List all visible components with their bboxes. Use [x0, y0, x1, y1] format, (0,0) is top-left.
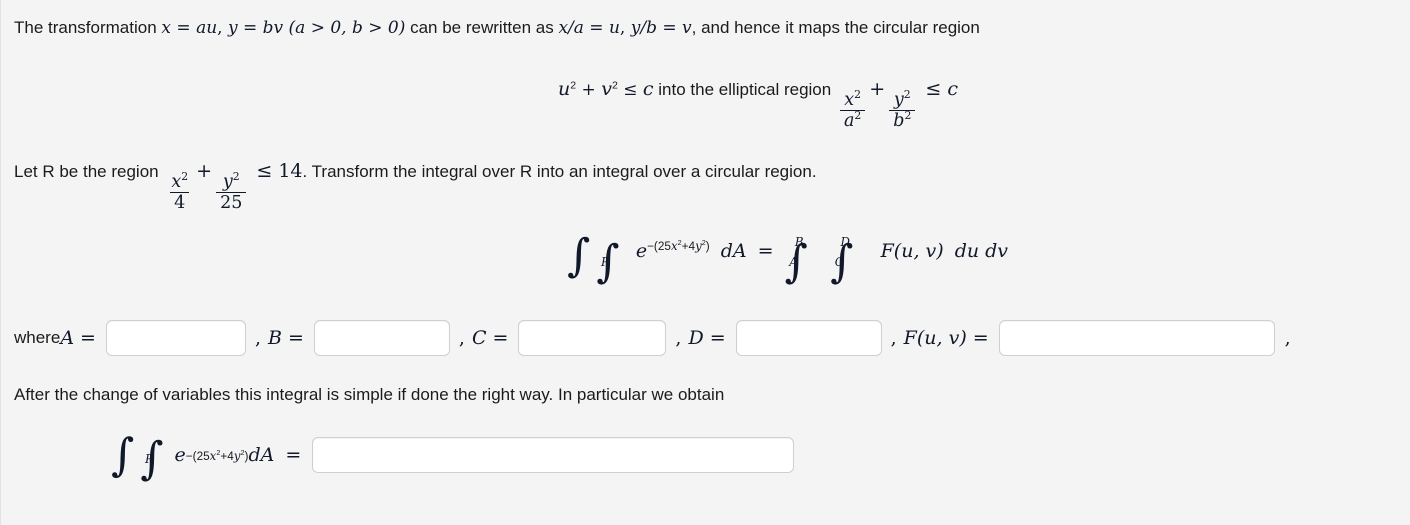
intro-text-2: can be rewritten as [405, 18, 559, 37]
intro-paragraph: The transformation x = au, y = bv (a > 0… [14, 18, 980, 38]
equation-equals: = [757, 240, 774, 262]
fraction-numerator: x2 [171, 170, 189, 192]
equals-D: = [709, 327, 726, 349]
maps-u: u [558, 78, 571, 100]
fraction-numerator: y2 [222, 170, 240, 192]
integral-sign-outer-right: ∫ A B [784, 235, 808, 288]
fraction-denominator: 4 [170, 192, 190, 213]
intro-comma-1: , [217, 18, 228, 38]
maps-leq: ≤ [617, 80, 643, 100]
intro-math-v: v [682, 18, 692, 38]
intro-math-y-over-b: y/b [630, 18, 657, 38]
integral-lower-limit-A: A [789, 255, 798, 270]
maps-c-left: c [642, 78, 654, 100]
region-statement: Let R be the region x2 4 + y2 25 ≤14. Tr… [14, 160, 817, 213]
integral-lower-limit-C: C [834, 255, 844, 270]
comma-after-D: , [890, 327, 897, 349]
intro-math-y: y [227, 18, 238, 38]
trailing-comma: , [1284, 327, 1291, 349]
maps-leq-2: ≤ [925, 78, 942, 100]
equals-A: = [80, 327, 96, 349]
final-integral-sign-inner: ∫ R [140, 432, 164, 485]
final-exponential-exponent: −(25x2+4y2) [185, 448, 249, 463]
integral-sign-outer-left: ∫ [567, 229, 591, 282]
region-suffix: . Transform the integral over R into an … [302, 162, 817, 181]
integral-upper-limit-B: B [794, 235, 804, 250]
final-integral-subscript-R: R [144, 452, 154, 467]
label-A: A [60, 327, 75, 349]
final-equals: = [285, 444, 302, 466]
region-plus: + [196, 160, 213, 182]
fraction-y2-over-25: y2 25 [216, 170, 247, 213]
main-equation: ∫ ∫ R e−(25x2+4y2) dA = ∫ A B ∫ C D F(u, v) du dv [567, 233, 1009, 288]
label-B: B [268, 327, 282, 349]
input-D[interactable] [735, 320, 882, 356]
intro-text-3: , and hence it maps the circular region [691, 18, 980, 37]
exponential-e: e [635, 240, 648, 262]
input-A[interactable] [105, 320, 246, 356]
comma-after-A: , [254, 327, 262, 349]
equals-C: = [492, 327, 509, 349]
after-paragraph: After the change of variables this integ… [14, 385, 725, 404]
maps-v: v [601, 78, 612, 100]
mapping-statement: u2 + v2 ≤ c into the elliptical region x… [558, 78, 958, 131]
fraction-numerator: y2 [893, 88, 911, 110]
differential-dA: dA [720, 240, 747, 262]
fraction-denominator: b2 [889, 110, 916, 130]
intro-comma-2: , [619, 18, 631, 38]
maps-plus: + [576, 80, 602, 100]
intro-equals-4: = [656, 18, 683, 38]
where-lead-text: where [14, 328, 61, 347]
label-D: D [688, 327, 704, 349]
integral-upper-limit-D: D [840, 235, 850, 250]
integrand-F: F(u, v) [880, 240, 944, 262]
fraction-denominator: a2 [839, 110, 866, 130]
integral-sign-inner-left: ∫ R [596, 235, 620, 288]
integral-subscript-R: R [600, 255, 610, 270]
maps-c-right: c [947, 78, 958, 100]
region-leq: ≤ [256, 160, 273, 182]
final-equation-row: ∫ ∫ R e −(25x2+4y2) dA = [111, 432, 795, 485]
input-C[interactable] [518, 320, 667, 356]
intro-equals-2: = [237, 18, 263, 38]
final-exponential-e: e [174, 444, 186, 466]
intro-math-bv: bv [262, 18, 284, 38]
region-value: 14 [278, 160, 303, 182]
input-F[interactable] [998, 320, 1275, 356]
fraction-denominator: 25 [216, 192, 247, 213]
intro-condition: (a > 0, b > 0) [283, 18, 406, 38]
intro-math-au: au [196, 18, 218, 38]
intro-equals-3: = [583, 18, 609, 38]
differentials-du-dv: du dv [954, 240, 1009, 262]
answers-row: where A = , B = , C = , D = , F(u, v) = … [14, 320, 1291, 356]
fraction-x2-over-4: x2 4 [167, 170, 192, 213]
comma-after-B: , [458, 327, 465, 349]
input-final-answer[interactable] [312, 437, 795, 473]
input-B[interactable] [313, 320, 450, 356]
intro-math-u: u [608, 18, 620, 38]
fraction-y2-over-b2: y2 b2 [889, 88, 916, 131]
label-C: C [471, 327, 487, 349]
equals-B: = [287, 327, 304, 349]
intro-math-x: x [161, 18, 171, 38]
exponential-exponent: −(25x2+4y2) [647, 237, 710, 253]
fraction-x2-over-a2: x2 a2 [839, 88, 866, 131]
maps-middle-text: into the elliptical region [653, 80, 836, 99]
comma-after-C: , [675, 327, 682, 349]
intro-equals-1: = [171, 18, 197, 38]
maps-plus-2: + [869, 78, 886, 100]
equals-F: = [972, 327, 989, 349]
intro-text-1: The transformation [14, 18, 162, 37]
fraction-numerator: x2 [844, 88, 862, 110]
integral-sign-inner-right: ∫ C D [830, 235, 854, 288]
final-differential-dA: dA [248, 444, 275, 466]
region-prefix: Let R be the region [14, 162, 164, 181]
label-F: F(u, v) [903, 327, 967, 349]
intro-math-x-over-a: x/a [558, 18, 584, 38]
